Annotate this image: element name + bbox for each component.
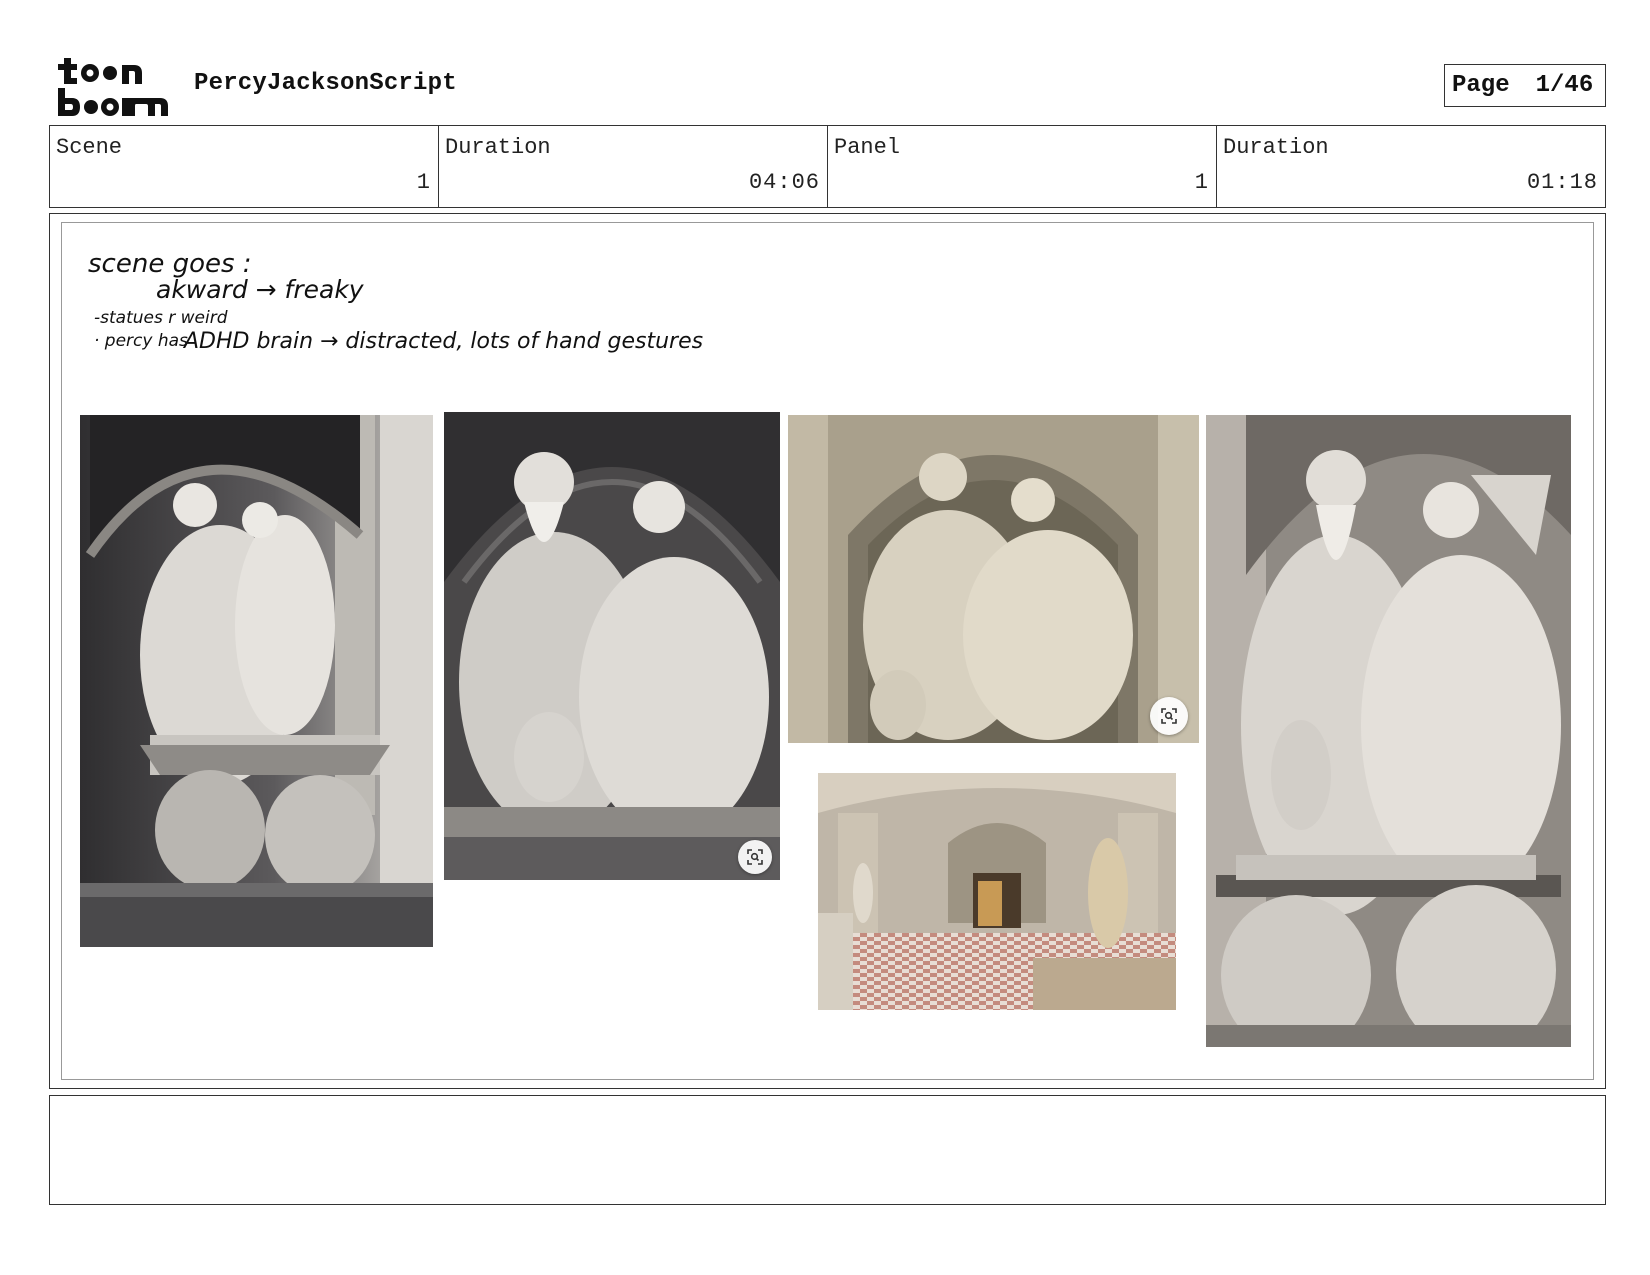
scene-value: 1 (416, 170, 431, 195)
visual-search-icon[interactable] (1150, 697, 1188, 735)
panel-duration-value: 01:18 (1526, 170, 1598, 195)
dialogue-box[interactable] (49, 1095, 1606, 1205)
scene-duration-cell: Duration 04:06 (439, 126, 828, 207)
note-line-4-prefix: · percy has (94, 331, 188, 351)
note-line-2: akward → freaky (156, 275, 365, 304)
reference-photo-1 (80, 415, 433, 947)
scene-info-row: Scene 1 Duration 04:06 Panel 1 Duration … (49, 125, 1606, 208)
scene-duration-value: 04:06 (748, 170, 820, 195)
page-label: Page (1452, 72, 1510, 99)
reference-photo-4 (818, 773, 1176, 1010)
toonboom-logo-mark (58, 58, 168, 116)
reference-photo-2 (444, 412, 780, 880)
toonboom-logo (54, 54, 172, 118)
panel-duration-label: Duration (1223, 135, 1329, 160)
page-indicator: Page 1/46 (1444, 64, 1606, 107)
panel-label: Panel (834, 135, 901, 160)
note-line-4: ADHD brain → distracted, lots of hand ge… (182, 329, 703, 354)
panel-cell: Panel 1 (828, 126, 1217, 207)
note-line-3: -statues r weird (94, 308, 228, 328)
handwritten-note: scene goes : akward → freaky -statues r … (88, 248, 708, 360)
visual-search-icon[interactable] (738, 840, 772, 874)
reference-photo-5 (1206, 415, 1571, 1047)
scene-label: Scene (56, 135, 123, 160)
panel-value: 1 (1194, 170, 1209, 195)
project-title: PercyJacksonScript (194, 70, 457, 97)
page-number: 1/46 (1535, 72, 1594, 99)
reference-photo-3 (788, 415, 1199, 743)
panel-duration-cell: Duration 01:18 (1217, 126, 1605, 207)
scene-cell: Scene 1 (50, 126, 439, 207)
scene-duration-label: Duration (445, 135, 551, 160)
